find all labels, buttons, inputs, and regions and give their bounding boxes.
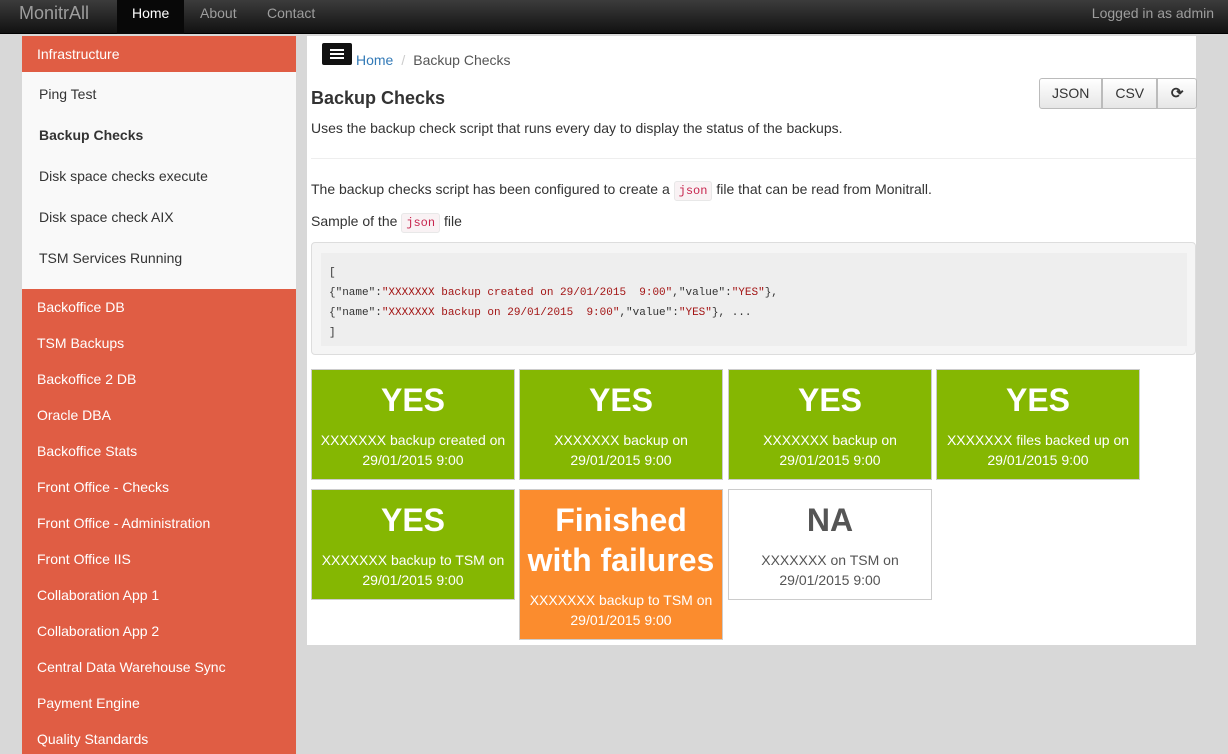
sidebar-item-tsm-backups[interactable]: TSM Backups: [22, 325, 296, 361]
refresh-button[interactable]: ⟳: [1157, 78, 1198, 109]
breadcrumb-home-link[interactable]: Home: [356, 52, 393, 68]
sidebar-item-oracle-dba[interactable]: Oracle DBA: [22, 397, 296, 433]
sidebar-item-disk-space-execute[interactable]: Disk space checks execute: [22, 162, 296, 203]
tile-label: XXXXXXX backup created on 29/01/2015 9:0…: [320, 432, 506, 468]
divider: [311, 158, 1196, 159]
sidebar-item-central-dw-sync[interactable]: Central Data Warehouse Sync: [22, 649, 296, 685]
info-text: file that can be read from Monitrall.: [716, 181, 932, 197]
sidebar-item-backoffice-2-db[interactable]: Backoffice 2 DB: [22, 361, 296, 397]
tile-value: YES: [797, 382, 863, 418]
status-tile: NA XXXXXXX on TSM on 29/01/2015 9:00: [728, 489, 932, 600]
tile-label: XXXXXXX backup on 29/01/2015 9:00: [554, 432, 688, 468]
sample-text: Sample of the: [311, 213, 398, 229]
tile-label: XXXXXXX backup to TSM on 29/01/2015 9:00: [529, 592, 713, 628]
sidebar-group-infrastructure[interactable]: Infrastructure: [22, 36, 296, 72]
json-export-button[interactable]: JSON: [1039, 78, 1103, 109]
page-description: Uses the backup check script that runs e…: [311, 120, 843, 136]
nav-contact-link[interactable]: Contact: [252, 0, 330, 34]
sidebar-item-collab-app-1[interactable]: Collaboration App 1: [22, 577, 296, 613]
sidebar-item-front-office-checks[interactable]: Front Office - Checks: [22, 469, 296, 505]
page-title: Backup Checks: [311, 88, 446, 108]
sidebar-item-collab-app-2[interactable]: Collaboration App 2: [22, 613, 296, 649]
tile-value: NA: [806, 502, 854, 538]
tile-label: XXXXXXX backup on 29/01/2015 9:00: [763, 432, 897, 468]
info-paragraph: The backup checks script has been config…: [311, 181, 932, 201]
inline-code-json: json: [401, 213, 441, 233]
refresh-icon: ⟳: [1170, 85, 1184, 102]
status-tile: YES XXXXXXX backup created on 29/01/2015…: [311, 369, 515, 480]
tile-value: YES: [380, 382, 446, 418]
tile-label: XXXXXXX backup to TSM on 29/01/2015 9:00: [321, 552, 505, 588]
sidebar-item-quality-standards[interactable]: Quality Standards: [22, 721, 296, 754]
sidebar: Infrastructure Ping Test Backup Checks D…: [22, 36, 296, 754]
status-tile: YES XXXXXXX backup on 29/01/2015 9:00: [728, 369, 932, 480]
status-tile: YES XXXXXXX backup to TSM on 29/01/2015 …: [311, 489, 515, 600]
sidebar-item-backoffice-db[interactable]: Backoffice DB: [22, 289, 296, 325]
sidebar-item-backoffice-stats[interactable]: Backoffice Stats: [22, 433, 296, 469]
code-sample: [ {"name":"XXXXXXX backup created on 29/…: [321, 253, 1187, 346]
info-text: The backup checks script has been config…: [311, 181, 670, 197]
main-panel: Home / Backup Checks Backup Checks JSON CS…: [307, 36, 1198, 645]
user-status: Logged in as admin: [1091, 5, 1214, 21]
code-sample-well: [ {"name":"XXXXXXX backup created on 29/…: [311, 242, 1196, 355]
nav-about-link[interactable]: About: [185, 0, 252, 34]
tile-value: YES: [1005, 382, 1071, 418]
sidebar-submenu: Ping Test Backup Checks Disk space check…: [22, 72, 296, 289]
csv-export-button[interactable]: CSV: [1102, 78, 1158, 109]
hamburger-icon: [330, 49, 344, 51]
sidebar-item-payment-engine[interactable]: Payment Engine: [22, 685, 296, 721]
breadcrumb-separator: /: [401, 52, 406, 68]
sidebar-item-front-office-iis[interactable]: Front Office IIS: [22, 541, 296, 577]
sidebar-item-tsm-services[interactable]: TSM Services Running: [22, 244, 296, 285]
status-tile: YES XXXXXXX backup on 29/01/2015 9:00: [519, 369, 723, 480]
menu-toggle-button[interactable]: [322, 43, 352, 65]
nav-home-link[interactable]: Home: [117, 0, 185, 34]
breadcrumb-current: Backup Checks: [413, 52, 511, 68]
inline-code-json: json: [673, 181, 713, 201]
tile-label: XXXXXXX on TSM on 29/01/2015 9:00: [761, 552, 899, 588]
sample-paragraph: Sample of the json file: [311, 213, 462, 233]
top-navbar: MonitrAll Home About Contact Logged in a…: [0, 0, 1228, 34]
hamburger-icon: [330, 57, 344, 59]
tile-label: XXXXXXX files backed up on 29/01/2015 9:…: [946, 432, 1130, 468]
tile-value: YES: [380, 502, 446, 538]
brand-logo[interactable]: MonitrAll: [19, 3, 89, 24]
status-tile: YES XXXXXXX files backed up on 29/01/201…: [936, 369, 1140, 480]
hamburger-icon: [330, 53, 344, 55]
sidebar-item-front-office-admin[interactable]: Front Office - Administration: [22, 505, 296, 541]
sidebar-item-disk-space-aix[interactable]: Disk space check AIX: [22, 203, 296, 244]
export-button-group: JSON CSV ⟳: [1039, 78, 1198, 109]
breadcrumb: Home / Backup Checks: [356, 52, 511, 68]
status-tile: Finished with failures XXXXXXX backup to…: [519, 489, 723, 640]
tile-value: YES: [588, 382, 654, 418]
sidebar-item-backup-checks[interactable]: Backup Checks: [22, 121, 296, 162]
sample-text: file: [443, 213, 462, 229]
tile-value: Finished with failures: [527, 502, 715, 578]
sidebar-item-ping-test[interactable]: Ping Test: [22, 80, 296, 121]
